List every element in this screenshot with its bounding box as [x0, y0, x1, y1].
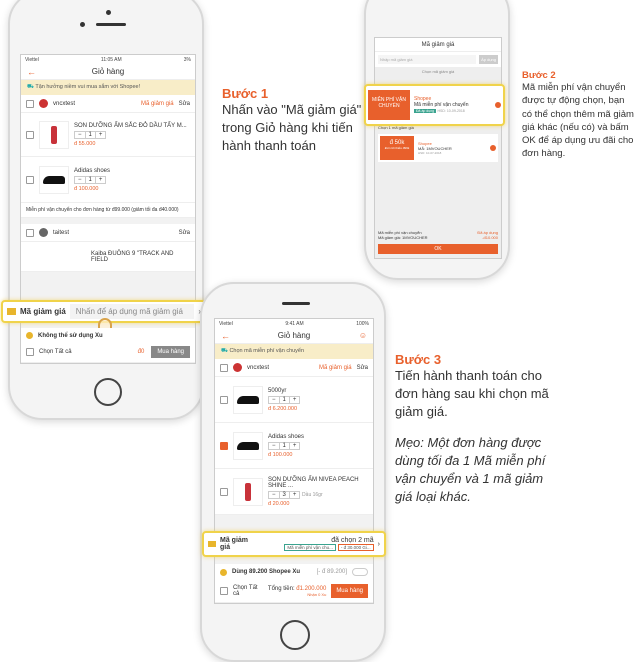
back-arrow-icon[interactable]: ←	[221, 331, 230, 341]
page-title: Giỏ hàng	[91, 67, 125, 76]
voucher-input[interactable]: Nhấn để áp dụng mã giảm giá	[69, 304, 195, 319]
shop-voucher-link[interactable]: Mã giảm giá	[141, 101, 174, 107]
page-header: ← Giỏ hàng ☺	[215, 328, 373, 344]
phone3-screen: Viettel 9:41 AM 100% ← Giỏ hàng ☺ ⛟ Chọn mã …	[214, 318, 374, 604]
shop-voucher-link[interactable]: Mã giảm giá	[319, 365, 352, 371]
step2-text: Bước 2 Mã miễn phí vận chuyển được tự độ…	[522, 70, 634, 160]
free-shipping-chip: Mã miễn phí vận chu...	[284, 544, 336, 551]
shop-checkbox[interactable]	[26, 228, 34, 237]
item-checkbox[interactable]	[220, 487, 228, 496]
coin-icon	[220, 568, 227, 576]
front-camera	[80, 22, 85, 27]
coins-toggle[interactable]	[352, 568, 368, 576]
item-checkbox[interactable]	[220, 395, 228, 404]
checkout-bar: Chọn Tất cả đ0 Mua hàng	[21, 342, 195, 363]
quantity-stepper[interactable]: −1 +	[74, 130, 107, 139]
chevron-right-icon: ›	[377, 540, 380, 548]
edit-link[interactable]: Sửa	[179, 101, 190, 107]
shop-header: vncxtest Mã giảm giá Sửa	[21, 95, 195, 113]
voucher-bar-highlight[interactable]: Mã giảm giá đã chọn 2 mã Mã miễn phí vận…	[202, 531, 386, 557]
coins-row: Dùng 89.200 Shopee Xu [- đ 89.200]	[215, 564, 373, 581]
quantity-stepper[interactable]: −1 +	[74, 175, 107, 184]
quantity-stepper[interactable]: −3 +	[268, 490, 301, 499]
page-title: Mã giảm giá	[375, 38, 501, 52]
promo-banner: ⛟ Tận hưởng niềm vui mua sắm với Shopee!	[21, 80, 195, 95]
select-all-checkbox[interactable]	[220, 587, 228, 595]
cart-item: Adidas shoes −1 + đ 100.000	[21, 157, 195, 203]
quantity-stepper[interactable]: −1 +	[268, 441, 301, 450]
item-checkbox[interactable]	[26, 175, 34, 184]
camera	[106, 10, 111, 15]
buy-button[interactable]: Mua hàng	[151, 346, 190, 358]
shop-header: taitest Sửa	[21, 224, 195, 242]
page-title: Giỏ hàng	[277, 331, 311, 340]
ok-button[interactable]: OK	[378, 244, 498, 254]
discount-chip: - đ 30.000 Gi...	[337, 544, 374, 551]
promo-banner: ⛟ Chọn mã miễn phí vận chuyển	[215, 344, 373, 359]
speaker	[96, 23, 126, 26]
cart-item: Adidas shoes −1 + đ 100.000	[215, 423, 373, 469]
back-arrow-icon[interactable]: ←	[27, 67, 36, 77]
checkout-bar: Chọn Tất cả Tổng tiền: đ1.200.000 Nhận 0 X…	[215, 580, 373, 603]
shop-checkbox[interactable]	[26, 99, 34, 108]
item-checkbox-checked[interactable]	[220, 441, 228, 450]
coin-icon	[26, 332, 33, 339]
step1-text: Bước 1 Nhấn vào "Mã giảm giá" trong Giỏ …	[222, 86, 362, 154]
cart-item: 5000yr −1 + đ 6.200.000	[215, 377, 373, 423]
phone-mockup-2: Mã giảm giá Nhập mã giảm giá Áp dụng Chọn…	[364, 0, 510, 280]
check-icon	[495, 102, 501, 108]
product-image	[39, 120, 69, 149]
buy-button[interactable]: Mua hàng	[331, 584, 368, 598]
cart-item: Kaiba ĐUÔNG 9 "TRACK AND FIELD	[21, 242, 195, 272]
page-header: ← Giỏ hàng	[21, 64, 195, 80]
status-bar: Viettel 11:05 AM 3%	[21, 55, 195, 64]
cart-item: SON DƯỠNG ẨM NIVEA PEACH SHINE ... −3 + Dầ…	[215, 469, 373, 515]
shop-avatar	[39, 228, 48, 237]
shop-avatar	[39, 99, 48, 108]
cart-item: SON DƯỠNG ẨM SẮC ĐỎ DẦU TẨY M... −1 + đ 55.…	[21, 113, 195, 157]
home-button	[280, 620, 310, 650]
phone-mockup-1: Viettel 11:05 AM 3% ← Giỏ hàng ⛟ Tận hưởng …	[8, 0, 204, 420]
check-icon	[490, 145, 496, 151]
edit-link[interactable]: Sửa	[357, 365, 368, 371]
shop-checkbox[interactable]	[220, 363, 228, 372]
apply-button[interactable]: Áp dụng	[479, 55, 498, 64]
step3-text: Bước 3 Tiến hành thanh toán cho đơn hàng…	[395, 352, 549, 505]
speaker	[282, 302, 310, 305]
voucher-card-2[interactable]: đ 50k Đơn tối thiểu đ99k Shopee MÃ: 1MVOUC…	[378, 134, 498, 162]
phone2-screen: Mã giảm giá Nhập mã giảm giá Áp dụng Chọn…	[374, 37, 502, 259]
home-button	[94, 378, 122, 406]
status-bar: Viettel 9:41 AM 100%	[215, 319, 373, 328]
shop-header: vncxtest Mã giảm giá Sửa	[215, 359, 373, 377]
shipping-note: Miễn phí vận chuyển cho đơn hàng từ đ99.…	[21, 203, 195, 218]
ticket-icon	[7, 308, 16, 315]
chat-icon[interactable]: ☺	[359, 331, 367, 340]
phone-mockup-3: Viettel 9:41 AM 100% ← Giỏ hàng ☺ ⛟ Chọn mã …	[200, 282, 386, 662]
ticket-icon	[208, 541, 216, 547]
shop-avatar	[233, 363, 242, 372]
item-checkbox[interactable]	[26, 130, 34, 139]
voucher-code-input[interactable]: Nhập mã giảm giá	[378, 55, 477, 64]
product-image	[39, 165, 69, 194]
edit-link[interactable]: Sửa	[179, 230, 190, 236]
free-shipping-voucher-highlight[interactable]: MIỄN PHÍ VẬN CHUYỂN Shopee Mã miễn phí vậ…	[364, 84, 505, 126]
select-all-checkbox[interactable]	[26, 348, 34, 356]
quantity-stepper[interactable]: −1 +	[268, 395, 301, 404]
